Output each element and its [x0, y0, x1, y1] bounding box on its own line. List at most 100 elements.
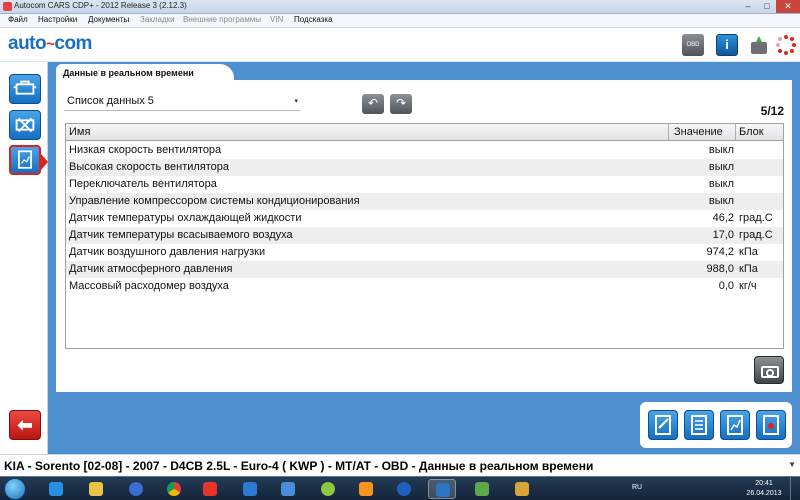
- active-indicator-arrow: [41, 154, 48, 170]
- record-button[interactable]: [756, 410, 786, 440]
- odnoklassniki-icon[interactable]: [352, 479, 380, 499]
- autocom-task-icon[interactable]: [428, 479, 456, 499]
- menu-file[interactable]: Файл: [8, 15, 28, 24]
- row-value: 46,2: [712, 212, 734, 224]
- document-chart-icon: [18, 150, 32, 169]
- menu-settings[interactable]: Настройки: [38, 15, 77, 24]
- row-value: выкл: [708, 195, 734, 207]
- ie-icon[interactable]: [42, 479, 70, 499]
- record-document-icon: [763, 415, 779, 435]
- row-name: Датчик температуры охлаждающей жидкости: [69, 212, 302, 224]
- window-title-bar: Autocom CARS CDP+ - 2012 Release 3 (2.12…: [0, 0, 800, 14]
- browser-icon[interactable]: [314, 479, 342, 499]
- language-indicator[interactable]: RU: [632, 484, 642, 491]
- ecu-connect-button[interactable]: [9, 74, 41, 104]
- vehicle-status-bar: KIA - Sorento [02-08] - 2007 - D4CB 2.5L…: [0, 454, 800, 476]
- header-name[interactable]: Имя: [69, 126, 90, 138]
- menu-bar: Файл Настройки Документы Закладки Внешни…: [0, 14, 800, 28]
- header-unit[interactable]: Блок: [739, 126, 764, 138]
- archive-icon[interactable]: [468, 479, 496, 499]
- live-data-table: Имя Значение Блок Низкая скорость вентил…: [65, 123, 784, 349]
- table-row[interactable]: Датчик температуры охлаждающей жидкости …: [66, 210, 783, 227]
- menu-documents[interactable]: Документы: [88, 15, 129, 24]
- row-unit: кПа: [739, 246, 758, 258]
- table-row[interactable]: Датчик воздушного давления нагрузки 974,…: [66, 244, 783, 261]
- row-name: Управление компрессором системы кондицио…: [69, 195, 360, 207]
- info-icon: i: [725, 37, 729, 52]
- clock[interactable]: 20:41 26.04.2013: [744, 479, 784, 499]
- row-value: выкл: [708, 161, 734, 173]
- row-name: Массовый расходомер воздуха: [69, 280, 229, 292]
- table-row[interactable]: Датчик атмосферного давления 988,0 кПа: [66, 261, 783, 278]
- chrome-icon[interactable]: [160, 479, 188, 499]
- column-divider[interactable]: [735, 124, 736, 141]
- back-button[interactable]: ⬅: [9, 410, 41, 440]
- screenshot-button[interactable]: [754, 356, 784, 384]
- live-data-button[interactable]: [9, 145, 41, 175]
- row-name: Датчик атмосферного давления: [69, 263, 233, 275]
- start-button[interactable]: [4, 478, 26, 500]
- media-player-icon[interactable]: [122, 479, 150, 499]
- row-unit: кПа: [739, 263, 758, 275]
- header-value[interactable]: Значение: [674, 126, 723, 138]
- menu-bookmarks[interactable]: Закладки: [140, 15, 175, 24]
- engine-icon: [13, 80, 37, 95]
- close-button[interactable]: ✕: [776, 0, 800, 13]
- row-name: Датчик воздушного давления нагрузки: [69, 246, 266, 258]
- chart-icon: [727, 415, 743, 435]
- table-row[interactable]: Переключатель вентилятора выкл: [66, 176, 783, 193]
- autocom-logo: auto~com: [8, 33, 92, 55]
- vehicle-info: KIA - Sorento [02-08] - 2007 - D4CB 2.5L…: [4, 459, 594, 473]
- minimize-button[interactable]: –: [738, 0, 758, 13]
- update-icon[interactable]: [748, 34, 770, 56]
- mail-icon[interactable]: [236, 479, 264, 499]
- engine-cross-icon: [15, 117, 35, 133]
- edit-document-icon: [655, 415, 671, 435]
- next-list-button[interactable]: ↷: [390, 94, 412, 114]
- paint-icon[interactable]: [508, 479, 536, 499]
- graph-view-button[interactable]: [720, 410, 750, 440]
- menu-vin[interactable]: VIN: [270, 15, 283, 24]
- app-icon: [3, 2, 12, 11]
- menu-external-programs[interactable]: Внешние программы: [183, 15, 261, 24]
- page-counter: 5/12: [760, 104, 784, 118]
- network-icon[interactable]: [390, 479, 418, 499]
- windows-taskbar: RU 20:41 26.04.2013: [0, 476, 800, 500]
- row-name: Переключатель вентилятора: [69, 178, 217, 190]
- menu-help[interactable]: Подсказка: [294, 15, 333, 24]
- data-list-select[interactable]: Список данных 5 ▾: [64, 93, 300, 111]
- row-value: 0,0: [718, 280, 734, 292]
- explorer-icon[interactable]: [82, 479, 110, 499]
- table-row[interactable]: Низкая скорость вентилятора выкл: [66, 142, 783, 159]
- loading-icon[interactable]: [775, 34, 797, 56]
- graph-settings-button[interactable]: [648, 410, 678, 440]
- table-row[interactable]: Массовый расходомер воздуха 0,0 кг/ч: [66, 278, 783, 295]
- logo-right: com: [54, 33, 92, 54]
- row-value: выкл: [708, 178, 734, 190]
- yandex-icon[interactable]: [196, 479, 224, 499]
- help-button[interactable]: i: [716, 34, 738, 56]
- show-desktop-button[interactable]: [790, 477, 800, 500]
- table-row[interactable]: Управление компрессором системы кондицио…: [66, 193, 783, 210]
- tab-live-data[interactable]: Данные в реальном времени: [56, 64, 234, 81]
- table-row[interactable]: Датчик температуры всасываемого воздуха …: [66, 227, 783, 244]
- row-name: Высокая скорость вентилятора: [69, 161, 230, 173]
- list-view-button[interactable]: [684, 410, 714, 440]
- row-value: 17,0: [712, 229, 734, 241]
- data-list-selected: Список данных 5: [67, 95, 154, 107]
- row-value: выкл: [708, 144, 734, 156]
- camera-lens: [766, 369, 774, 377]
- column-divider[interactable]: [668, 124, 669, 141]
- chevron-down-icon: ▾: [294, 98, 298, 105]
- row-name: Низкая скорость вентилятора: [69, 144, 222, 156]
- row-name: Датчик температуры всасываемого воздуха: [69, 229, 293, 241]
- clear-codes-button[interactable]: [9, 110, 41, 140]
- logo-left: auto: [8, 33, 47, 54]
- row-unit: град.С: [739, 212, 773, 224]
- expand-icon[interactable]: ▼: [788, 460, 796, 469]
- obd-icon[interactable]: OBD: [682, 34, 704, 56]
- prev-list-button[interactable]: ↶: [362, 94, 384, 114]
- maximize-button[interactable]: □: [758, 0, 776, 13]
- speaker-icon[interactable]: [274, 479, 302, 499]
- table-row[interactable]: Высокая скорость вентилятора выкл: [66, 159, 783, 176]
